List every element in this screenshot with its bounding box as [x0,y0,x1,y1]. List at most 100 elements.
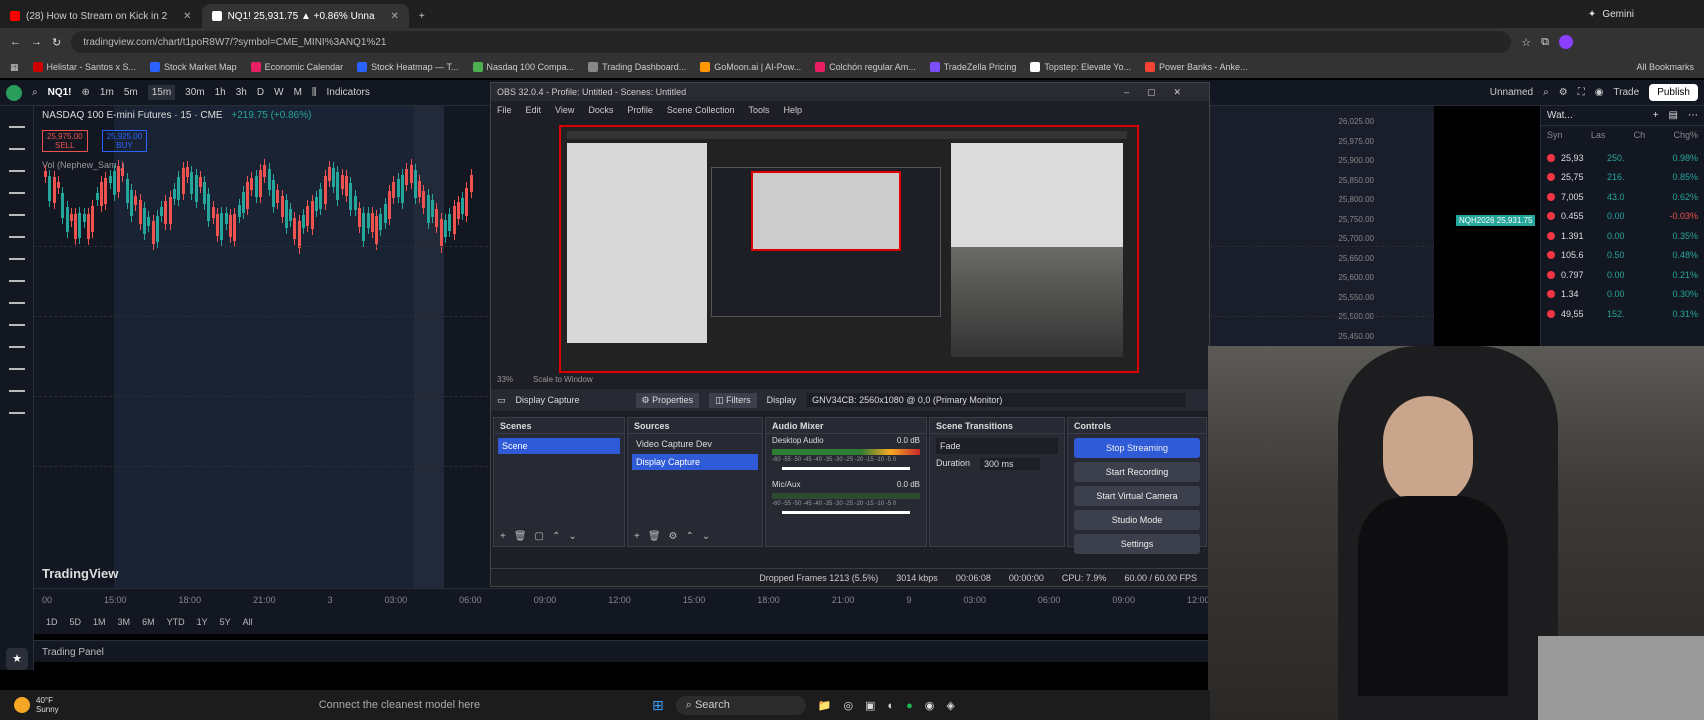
magnet-icon[interactable] [8,346,25,348]
browser-tab[interactable]: (28) How to Stream on Kick in 2 ✕ [0,4,202,28]
bookmark-item[interactable]: Helistar - Santos x S... [32,62,136,72]
window-controls[interactable]: –▢✕ [1124,87,1199,98]
bookmark-item[interactable]: Colchón regular Am... [815,62,916,72]
pattern-icon[interactable] [8,192,25,194]
start-virtual-camera-button[interactable]: Start Virtual Camera [1074,486,1200,506]
obs-icon[interactable]: ◉ [925,699,935,712]
windows-start-icon[interactable]: ⊞ [652,697,664,714]
layout-button[interactable]: Unnamed [1490,87,1533,98]
emoji-icon[interactable] [8,258,25,260]
range-button[interactable]: 5Y [220,617,231,627]
weather-widget[interactable]: 40°F Sunny [0,696,59,714]
interval-1m[interactable]: 1m [100,87,114,98]
apps-icon[interactable]: ▦ [10,62,19,73]
obs-preview[interactable] [559,125,1139,373]
add-icon[interactable]: + [1653,110,1659,121]
more-icon[interactable]: ⋯ [1688,110,1698,121]
obs-menu-item[interactable]: Docks [588,105,613,115]
add-symbol-icon[interactable]: ⊕ [82,87,90,98]
interval-w[interactable]: W [274,87,283,98]
stop-streaming-button[interactable]: Stop Streaming [1074,438,1200,458]
preview-zoom[interactable]: 33% Scale to Window [497,375,593,384]
obs-menu-item[interactable]: Scene Collection [667,105,735,115]
symbol-search[interactable]: NQ1! [48,87,72,98]
transition-select[interactable]: Fade [936,438,1058,454]
bookmark-item[interactable]: GoMoon.ai | AI-Pow... [700,62,801,72]
display-select[interactable]: GNV34CB: 2560x1080 @ 0,0 (Primary Monito… [806,393,1187,407]
bookmark-item[interactable]: Topstep: Elevate Yo... [1030,62,1131,72]
desktop-audio-slider[interactable] [782,467,910,470]
settings-button[interactable]: Settings [1074,534,1200,554]
bookmark-item[interactable]: Economic Calendar [250,62,343,72]
watchlist-row[interactable]: 0.455 0.00 -0.03% [1541,207,1704,227]
filters-button[interactable]: ◫ Filters [709,392,757,408]
url-input[interactable]: tradingview.com/chart/t1poR8W7/?symbol=C… [71,31,1512,53]
watchlist-row[interactable]: 25,75 216. 0.85% [1541,168,1704,188]
extensions-icon[interactable]: ⧉ [1541,36,1549,49]
mic-slider[interactable] [782,511,910,514]
search-icon[interactable]: ⌕ [1543,87,1549,98]
avatar[interactable] [6,84,22,101]
app-icon[interactable]: ▣ [865,699,875,712]
range-button[interactable]: 3M [118,617,131,627]
camera-icon[interactable]: ◉ [1595,87,1604,98]
range-button[interactable]: All [243,617,253,627]
sell-button[interactable]: 25,975.00 SELL [42,130,88,152]
file-explorer-icon[interactable]: 📁 [818,699,832,712]
chrome-icon[interactable]: ◎ [843,699,853,712]
bookmark-item[interactable]: Stock Heatmap — T... [357,62,459,72]
lock-icon[interactable] [8,368,25,370]
reload-icon[interactable]: ↻ [52,36,61,49]
back-icon[interactable]: ← [10,36,21,48]
obs-menu-item[interactable]: File [497,105,512,115]
watchlist-row[interactable]: 25,93 250. 0.98% [1541,148,1704,168]
bookmark-item[interactable]: Trading Dashboard... [588,62,686,72]
bookmark-item[interactable]: Power Banks - Anke... [1145,62,1248,72]
bookmark-item[interactable]: Stock Market Map [150,62,237,72]
browser-tab-active[interactable]: NQ1! 25,931.75 ▲ +0.86% Unna ✕ [201,4,409,28]
range-button[interactable]: 1D [46,617,58,627]
text-icon[interactable] [8,236,25,238]
publish-button[interactable]: Publish [1649,84,1698,101]
close-icon[interactable]: ✕ [183,11,191,22]
interval-5m[interactable]: 5m [124,87,138,98]
watchlist-row[interactable]: 105.6 0.50 0.48% [1541,246,1704,266]
obs-menu-item[interactable]: Help [783,105,802,115]
trash-icon[interactable] [8,412,25,414]
obs-menu-item[interactable]: Profile [627,105,653,115]
taskbar-search[interactable]: ⌕ Search [675,696,806,715]
start-recording-button[interactable]: Start Recording [1074,462,1200,482]
source-item[interactable]: Video Capture Dev [632,436,758,452]
ruler-icon[interactable] [8,214,25,216]
trade-button[interactable]: Trade [1613,87,1639,98]
scene-actions[interactable]: +🗑▢⌃⌄ [500,531,585,542]
candles-icon[interactable]: ⫼ [312,87,317,98]
range-button[interactable]: 1M [93,617,106,627]
obs-menu-item[interactable]: Edit [526,105,542,115]
eye-icon[interactable] [8,390,25,392]
buy-button[interactable]: 25,925.00 BUY [101,130,148,152]
duration-input[interactable]: 300 ms [980,458,1041,470]
watchlist-row[interactable]: 49,55 152. 0.31% [1541,304,1704,324]
bookmark-item[interactable]: TradeZella Pricing [929,62,1016,72]
obs-menu-item[interactable]: View [555,105,574,115]
range-button[interactable]: YTD [167,617,185,627]
obs-menu-item[interactable]: Tools [748,105,769,115]
watchlist-title[interactable]: Wat... [1547,110,1573,121]
bookmark-item[interactable]: Nasdaq 100 Compa... [472,62,574,72]
gemini-button[interactable]: Gemini [1602,9,1634,20]
fib-icon[interactable] [8,170,25,172]
range-button[interactable]: 6M [142,617,155,627]
all-bookmarks[interactable]: All Bookmarks [1636,62,1694,72]
close-icon[interactable]: ✕ [391,11,399,22]
source-item-selected[interactable]: Display Capture [632,454,758,470]
search-icon[interactable]: ⌕ [32,87,38,98]
source-actions[interactable]: +🗑⚙⌃⌄ [634,531,718,542]
interval-1h[interactable]: 1h [215,87,226,98]
brush-icon[interactable] [8,280,25,282]
discord-icon[interactable]: ◐ [887,700,894,712]
crosshair-icon[interactable] [8,126,25,128]
forward-icon[interactable]: → [31,36,42,48]
indicators-button[interactable]: Indicators [327,87,370,98]
layout-icon[interactable]: ▤ [1669,110,1678,121]
